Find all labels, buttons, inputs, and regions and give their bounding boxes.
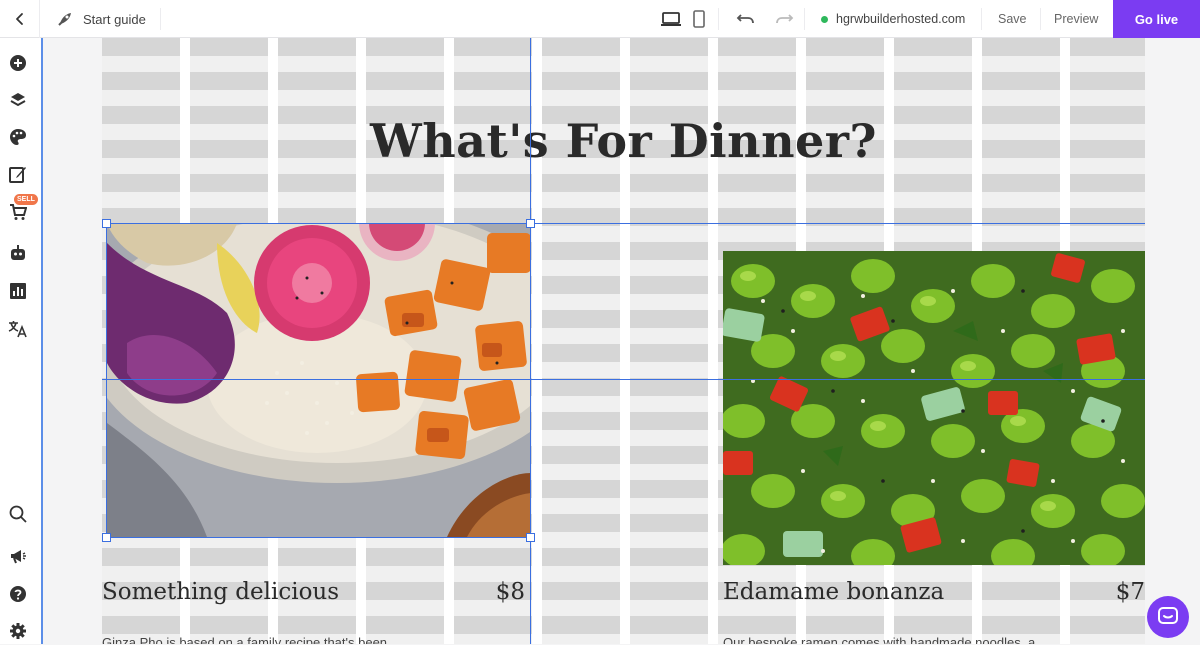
page-title[interactable]: What's For Dinner?: [102, 114, 1145, 168]
analytics-button[interactable]: [0, 277, 36, 305]
menu-item-name[interactable]: Something delicious: [102, 579, 339, 605]
row-guide-line: [102, 379, 1145, 380]
bowl-image: [107, 223, 531, 537]
redo-button[interactable]: [772, 0, 796, 38]
undo-button[interactable]: [734, 0, 758, 38]
selection-border-bottom: [106, 537, 531, 538]
menu-item-description[interactable]: Our bespoke ramen comes with handmade no…: [723, 635, 1035, 644]
resize-handle-top-left[interactable]: [102, 219, 111, 228]
design-button[interactable]: [0, 123, 36, 151]
resize-handle-bottom-right[interactable]: [526, 533, 535, 542]
live-status-dot: [821, 15, 828, 23]
edit-icon: [9, 167, 26, 183]
start-guide-button[interactable]: Start guide: [56, 0, 146, 38]
mobile-icon: [693, 10, 705, 28]
help-button[interactable]: [0, 580, 36, 608]
domain-label: hgrwbuilderhosted.com: [836, 12, 966, 26]
save-button[interactable]: Save: [998, 0, 1027, 38]
layers-button[interactable]: [0, 86, 36, 114]
undo-icon: [736, 14, 754, 24]
add-element-button[interactable]: [0, 49, 36, 77]
top-bar: Start guide hgrwbuilderhosted.com Save P…: [0, 0, 1200, 38]
resize-handle-top-right[interactable]: [526, 219, 535, 228]
food-photo-edamame[interactable]: [723, 251, 1145, 565]
divider: [981, 8, 982, 30]
go-live-button[interactable]: Go live: [1113, 0, 1200, 38]
redo-icon: [776, 14, 794, 24]
menu-item-price[interactable]: $7: [1042, 579, 1145, 605]
gear-icon: [10, 623, 26, 639]
chat-button[interactable]: [1147, 596, 1189, 638]
selection-border-top: [106, 223, 1145, 224]
chevron-left-icon: [15, 13, 23, 25]
chart-icon: [10, 283, 26, 299]
automation-button[interactable]: [0, 239, 36, 267]
translate-button[interactable]: [0, 315, 36, 343]
back-button[interactable]: [0, 0, 40, 38]
announcements-button[interactable]: [0, 542, 36, 570]
desktop-view-button[interactable]: [660, 0, 682, 38]
resize-handle-bottom-left[interactable]: [102, 533, 111, 542]
left-sidebar: SELL: [0, 38, 43, 644]
settings-button[interactable]: [0, 617, 36, 645]
divider: [804, 8, 805, 30]
translate-icon: [8, 321, 27, 338]
layers-icon: [10, 93, 26, 107]
content-button[interactable]: [0, 160, 36, 188]
divider: [718, 8, 719, 30]
search-button[interactable]: [0, 500, 36, 528]
column-guide-line: [530, 38, 531, 644]
store-button[interactable]: [0, 198, 36, 226]
cart-icon: [10, 204, 27, 220]
divider: [160, 8, 161, 30]
chat-icon: [1158, 607, 1178, 624]
edamame-image: [723, 251, 1145, 565]
page-section: What's For Dinner? Something delicious $…: [102, 38, 1145, 644]
rocket-icon: [58, 13, 71, 26]
domain-link[interactable]: hgrwbuilderhosted.com: [821, 0, 965, 38]
food-photo-bowl[interactable]: [107, 223, 531, 537]
add-icon: [10, 55, 26, 71]
robot-icon: [11, 245, 25, 260]
megaphone-icon: [11, 550, 26, 564]
mobile-view-button[interactable]: [690, 0, 708, 38]
menu-item-name[interactable]: Edamame bonanza: [723, 579, 944, 605]
selection-border-left: [106, 223, 107, 538]
search-icon: [9, 505, 27, 523]
menu-item-description[interactable]: Ginza Pho is based on a family recipe th…: [102, 635, 387, 644]
preview-button[interactable]: Preview: [1054, 0, 1098, 38]
palette-icon: [10, 129, 26, 145]
menu-item-price[interactable]: $8: [422, 579, 525, 605]
editor-canvas: What's For Dinner? Something delicious $…: [44, 38, 1200, 644]
start-guide-label: Start guide: [83, 11, 146, 27]
help-icon: [10, 586, 26, 602]
divider: [1040, 8, 1041, 30]
desktop-icon: [661, 12, 681, 26]
